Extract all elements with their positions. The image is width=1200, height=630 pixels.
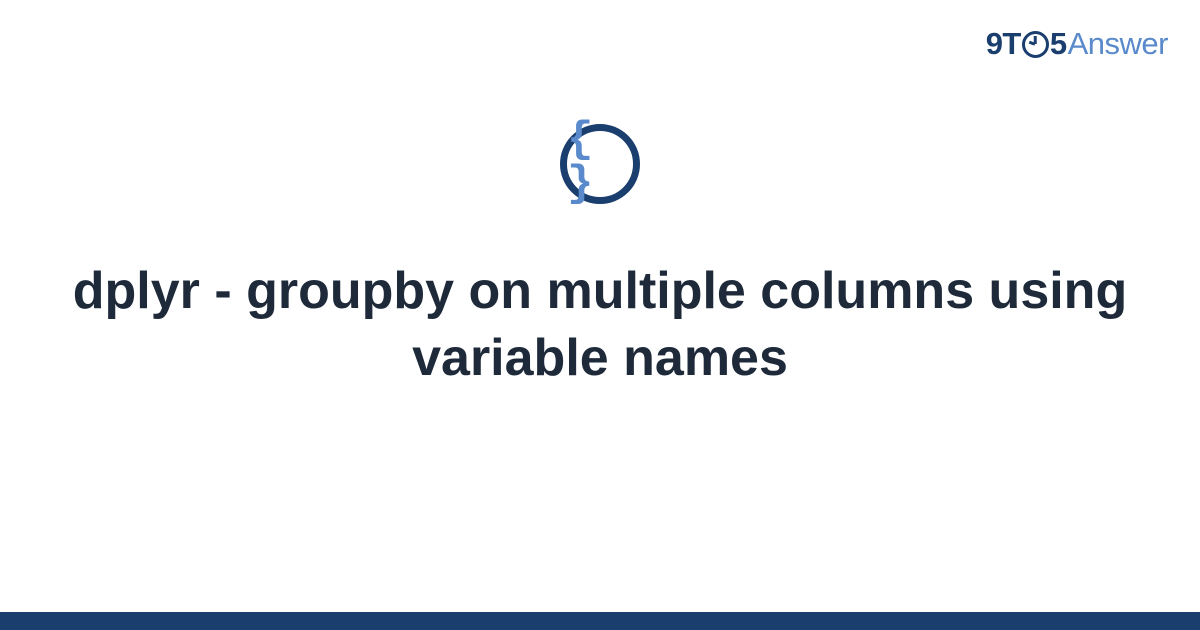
topic-icon: { } — [560, 124, 640, 204]
clock-icon — [1022, 31, 1049, 58]
logo-text-5: 5 — [1050, 26, 1067, 62]
icon-ring: { } — [560, 124, 640, 204]
code-braces-icon: { } — [567, 118, 633, 206]
logo-text-9t: 9T — [986, 26, 1021, 62]
page-title: dplyr - groupby on multiple columns usin… — [0, 258, 1200, 391]
footer-accent-bar — [0, 612, 1200, 630]
logo-text-answer: Answer — [1068, 26, 1168, 62]
site-logo: 9T 5 Answer — [986, 26, 1168, 62]
